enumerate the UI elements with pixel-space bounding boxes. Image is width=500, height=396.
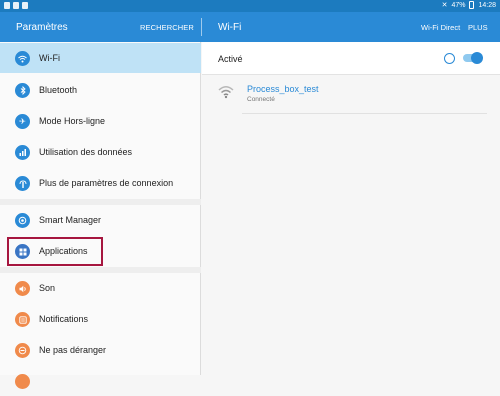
settings-item-wifi[interactable]: Wi-Fi (0, 43, 201, 73)
settings-item-partial[interactable] (0, 366, 201, 396)
more-button[interactable]: PLUS (468, 23, 488, 32)
settings-item-do-not-disturb[interactable]: Ne pas déranger (0, 335, 201, 365)
wifi-pane: Activé Process_box_test Connecté (202, 42, 500, 375)
sync-icon (22, 2, 28, 9)
settings-item-label: Plus de paramètres de connexion (39, 178, 174, 188)
network-name: Process_box_test (247, 84, 319, 94)
status-bar: ✕ 47% 14:28 (0, 0, 500, 12)
status-right: ✕ 47% 14:28 (442, 1, 496, 9)
wifi-direct-button[interactable]: Wi-Fi Direct (421, 23, 460, 32)
settings-item-label: Mode Hors-ligne (39, 116, 106, 126)
row-divider (242, 113, 487, 114)
settings-title: Paramètres (16, 22, 68, 33)
wifi-signal-icon (218, 86, 234, 99)
do-not-disturb-icon (15, 343, 30, 358)
wifi-master-switch-row[interactable]: Activé (202, 42, 500, 75)
settings-item-notifications[interactable]: Notifications (0, 304, 201, 334)
sound-icon (15, 281, 30, 296)
settings-item-label: Bluetooth (39, 85, 78, 95)
wifi-toggle[interactable] (463, 52, 483, 64)
battery-icon (469, 1, 475, 9)
settings-item-icon (15, 374, 30, 389)
network-status: Connecté (247, 96, 275, 103)
activated-label: Activé (218, 54, 243, 64)
bluetooth-icon (15, 83, 30, 98)
settings-item-label: Notifications (39, 314, 89, 324)
divider (201, 18, 202, 36)
settings-item-more-connections[interactable]: Plus de paramètres de connexion (0, 168, 201, 198)
settings-item-smart-manager[interactable]: Smart Manager (0, 205, 201, 235)
airplane-icon: ✈ (15, 114, 30, 129)
applications-highlight-box (7, 237, 103, 266)
settings-item-label: Wi-Fi (39, 53, 60, 63)
notifications-icon (15, 312, 30, 327)
settings-item-airplane-mode[interactable]: ✈ Mode Hors-ligne (0, 106, 201, 136)
clock: 14:28 (478, 1, 496, 9)
screenshot-icon (13, 2, 19, 9)
scanning-spinner-icon (444, 53, 455, 64)
settings-item-bluetooth[interactable]: Bluetooth (0, 75, 201, 105)
data-usage-icon (15, 145, 30, 160)
notification-icons (4, 2, 28, 9)
settings-item-data-usage[interactable]: Utilisation des données (0, 137, 201, 167)
mute-icon: ✕ (441, 2, 448, 9)
page-title: Wi-Fi (218, 22, 242, 33)
app-bar: Paramètres RECHERCHER Wi-Fi Wi-Fi Direct… (0, 12, 500, 42)
wifi-icon (15, 51, 30, 66)
network-row[interactable]: Process_box_test Connecté (202, 76, 500, 116)
toggle-knob (471, 52, 483, 64)
settings-item-label: Ne pas déranger (39, 345, 107, 355)
smart-manager-icon (15, 213, 30, 228)
more-connections-icon (15, 176, 30, 191)
settings-item-sound[interactable]: Son (0, 273, 201, 303)
usb-icon (4, 2, 10, 9)
settings-item-label: Smart Manager (39, 215, 102, 225)
settings-item-label: Utilisation des données (39, 147, 133, 157)
search-button[interactable]: RECHERCHER (140, 23, 194, 32)
battery-percent: 47% (451, 1, 466, 9)
settings-item-label: Son (39, 283, 56, 293)
settings-list: Wi-Fi Bluetooth ✈ Mode Hors-ligne Utilis… (0, 42, 201, 389)
